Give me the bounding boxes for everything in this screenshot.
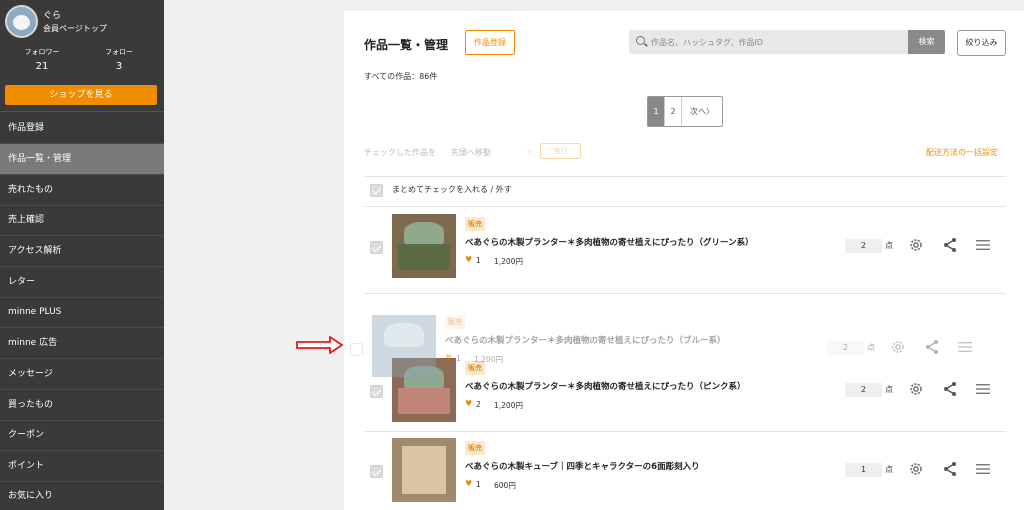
heart-icon: ♥ xyxy=(465,255,473,264)
like-count: 2 xyxy=(476,400,481,409)
search-icon xyxy=(636,36,645,45)
filter-button[interactable]: 絞り込み xyxy=(957,30,1006,56)
divider xyxy=(364,176,1006,177)
drag-handle-icon xyxy=(958,342,972,352)
following-count[interactable]: 3 xyxy=(89,61,149,72)
share-icon[interactable] xyxy=(942,461,958,477)
price: 1,200円 xyxy=(494,401,523,410)
main-panel: 作品一覧・管理 作品登録 検索 絞り込み すべての作品：86件 1 2 次へ〉 … xyxy=(344,11,1024,510)
profile-section: ぐら 会員ページトップ フォロワー 21 フォロー 3 ショップを見る xyxy=(0,0,164,112)
share-icon[interactable] xyxy=(942,381,958,397)
chevron-down-icon: ⌵ xyxy=(527,147,533,155)
status-badge: 販売 xyxy=(465,217,485,231)
product-name: べあぐらの木製プランター＊多肉植物の寄せ植えにぴったり（ブルー系） xyxy=(445,336,726,346)
share-icon xyxy=(926,340,938,354)
user-name[interactable]: ぐら xyxy=(43,8,61,21)
stock-quantity: 2 xyxy=(827,341,864,355)
price: 600円 xyxy=(494,481,516,490)
sidebar-item-coupons[interactable]: クーポン xyxy=(0,420,164,451)
row-checkbox[interactable] xyxy=(370,241,383,254)
stock-quantity[interactable]: 1 xyxy=(845,463,882,477)
sidebar-item-sales[interactable]: 売上確認 xyxy=(0,205,164,236)
like-count: 1 xyxy=(476,480,481,489)
sidebar-item-register[interactable]: 作品登録 xyxy=(0,113,164,144)
dragging-row-ghost[interactable]: 販売 べあぐらの木製プランター＊多肉植物の寄せ植えにぴったり（ブルー系） ♥ 1… xyxy=(344,305,988,377)
row-checkbox[interactable] xyxy=(370,385,383,398)
sidebar-item-letter[interactable]: レター xyxy=(0,267,164,298)
followers-count[interactable]: 21 xyxy=(12,61,72,72)
row-checkbox[interactable] xyxy=(370,465,383,478)
like-count: 1 xyxy=(456,354,461,363)
gear-icon xyxy=(892,341,904,353)
price: 1,200円 xyxy=(474,355,503,364)
stock-quantity[interactable]: 2 xyxy=(845,239,882,253)
arrow-annotation-icon xyxy=(296,336,344,354)
total-count: すべての作品：86件 xyxy=(364,72,438,81)
pagination: 1 2 次へ〉 xyxy=(647,96,723,127)
product-name[interactable]: べあぐらの木製プランター＊多肉植物の寄せ植えにぴったり（グリーン系） xyxy=(465,236,754,248)
divider xyxy=(364,293,1006,294)
sidebar-item-favorites[interactable]: お気に入り xyxy=(0,481,164,510)
followers-label: フォロワー xyxy=(24,48,60,56)
heart-icon: ♥ xyxy=(445,353,453,362)
bulk-action-label: チェックした作品を xyxy=(364,148,436,157)
drag-handle-icon[interactable] xyxy=(976,239,990,251)
search-input[interactable] xyxy=(651,30,901,54)
bulk-action-select[interactable]: 先頭へ移動 ⌵ xyxy=(451,147,532,158)
price: 1,200円 xyxy=(494,257,523,266)
share-icon[interactable] xyxy=(942,237,958,253)
select-all-label: まとめてチェックを入れる / 外す xyxy=(392,185,512,194)
sidebar: ぐら 会員ページトップ フォロワー 21 フォロー 3 ショップを見る 作品登録… xyxy=(0,0,164,510)
search-box xyxy=(629,30,909,54)
heart-icon: ♥ xyxy=(465,399,473,408)
sidebar-item-manage[interactable]: 作品一覧・管理 xyxy=(0,144,164,175)
sidebar-item-minne-ads[interactable]: minne 広告 xyxy=(0,328,164,359)
sidebar-item-messages[interactable]: メッセージ xyxy=(0,359,164,390)
view-shop-button[interactable]: ショップを見る xyxy=(5,85,157,105)
product-thumbnail[interactable] xyxy=(392,438,456,502)
sidebar-item-sold[interactable]: 売れたもの xyxy=(0,175,164,206)
product-name[interactable]: べあぐらの木製プランター＊多肉植物の寄せ植えにぴったり（ピンク系） xyxy=(465,380,746,392)
gear-icon[interactable] xyxy=(908,461,924,477)
following-label: フォロー xyxy=(105,48,133,56)
bulk-exec-button[interactable]: 実行 xyxy=(540,143,581,159)
quantity-unit: 点 xyxy=(885,385,893,394)
select-all-checkbox[interactable] xyxy=(370,184,383,197)
product-name[interactable]: べあぐらの木製キューブ｜四季とキャラクターの6面彫刻入り xyxy=(465,460,700,472)
sidebar-item-minne-plus[interactable]: minne PLUS xyxy=(0,297,164,328)
search-button[interactable]: 検索 xyxy=(908,30,945,54)
status-badge: 販売 xyxy=(465,441,485,455)
next-page-button[interactable]: 次へ〉 xyxy=(682,97,722,126)
register-item-button[interactable]: 作品登録 xyxy=(465,30,515,55)
heart-icon: ♥ xyxy=(465,479,473,488)
quantity-unit: 点 xyxy=(867,343,875,352)
product-row: 販売 べあぐらの木製キューブ｜四季とキャラクターの6面彫刻入り ♥ 1 600円… xyxy=(364,431,1006,510)
sidebar-item-analytics[interactable]: アクセス解析 xyxy=(0,236,164,267)
page-2[interactable]: 2 xyxy=(665,97,682,126)
product-thumbnail[interactable] xyxy=(392,214,456,278)
bulk-action-value: 先頭へ移動 xyxy=(451,148,491,157)
product-thumbnail xyxy=(372,315,436,377)
quantity-unit: 点 xyxy=(885,465,893,474)
drag-handle-icon[interactable] xyxy=(976,383,990,395)
product-row: 販売 べあぐらの木製プランター＊多肉植物の寄せ植えにぴったり（グリーン系） ♥ … xyxy=(364,207,1006,287)
row-checkbox xyxy=(350,343,363,356)
page-1[interactable]: 1 xyxy=(648,97,665,126)
bulk-shipping-link[interactable]: 配送方法の一括設定 xyxy=(926,147,998,158)
like-count: 1 xyxy=(476,256,481,265)
mypage-link[interactable]: 会員ページトップ xyxy=(43,23,107,34)
gear-icon[interactable] xyxy=(908,237,924,253)
sidebar-item-points[interactable]: ポイント xyxy=(0,451,164,482)
quantity-unit: 点 xyxy=(885,241,893,250)
avatar[interactable] xyxy=(5,5,38,38)
status-badge: 販売 xyxy=(445,315,465,329)
stock-quantity[interactable]: 2 xyxy=(845,383,882,397)
gear-icon[interactable] xyxy=(908,381,924,397)
drag-handle-icon[interactable] xyxy=(976,463,990,475)
page-title: 作品一覧・管理 xyxy=(364,38,449,52)
sidebar-item-purchased[interactable]: 買ったもの xyxy=(0,390,164,421)
